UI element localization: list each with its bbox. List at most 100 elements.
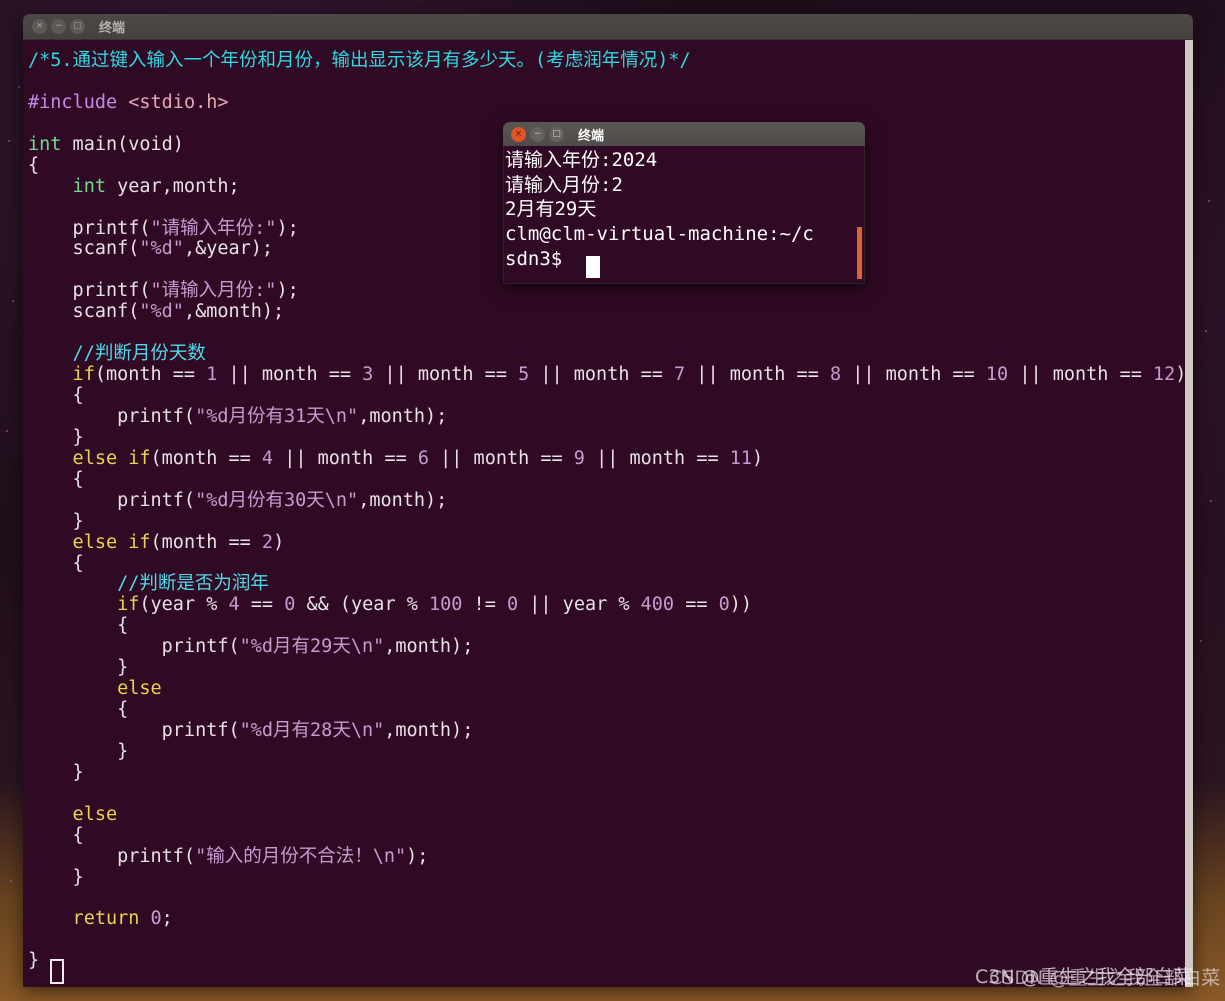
code-token: 3 <box>362 364 374 386</box>
code-token: return <box>28 908 140 930</box>
outer-window-title: 终端 <box>99 21 126 36</box>
code-token: "%d" <box>139 301 184 323</box>
wallpaper-star <box>1210 500 1212 502</box>
code-token: ,&year); <box>183 238 274 260</box>
code-token: { <box>28 824 84 846</box>
code-token: scanf( <box>28 238 140 260</box>
close-icon[interactable]: × <box>511 126 526 142</box>
code-token: printf( <box>28 636 240 658</box>
code-token: 10 <box>985 364 1009 386</box>
code-token: == <box>674 594 719 616</box>
inner-titlebar[interactable]: × − □ 终端 <box>503 122 865 146</box>
code-token: 1 <box>206 364 218 386</box>
outer-terminal-window[interactable]: × − □ 终端 /*5.通过键入输入一个年份和月份，输出显示该月有多少天。(考… <box>23 14 1193 987</box>
code-line: printf("%d月份有31天\n",month); <box>28 406 1186 428</box>
code-token: else <box>28 678 162 700</box>
code-token: year,month; <box>105 175 240 197</box>
code-token: { <box>28 552 84 574</box>
code-token: "%d月有29天\n" <box>239 636 385 658</box>
code-line: { <box>28 824 1186 847</box>
code-token: //判断是否为润年 <box>28 573 269 595</box>
code-token: == <box>239 594 285 616</box>
terminal-line: 请输入月份:2 <box>505 173 623 196</box>
code-token: "请输入年份:" <box>150 217 277 239</box>
code-line: { <box>28 699 1186 721</box>
code-token: || month == <box>373 364 519 386</box>
inner-scrollbar[interactable] <box>857 227 862 279</box>
wallpaper-star <box>1200 640 1202 642</box>
code-token: } <box>28 510 84 532</box>
code-token: { <box>28 385 84 406</box>
minimize-icon[interactable]: − <box>51 19 66 34</box>
code-token: || month == <box>841 364 986 386</box>
inner-terminal-output-pane[interactable]: 请输入年份:2024 请输入月份:2 2月有29天 clm@clm-virtual-m… <box>503 146 865 284</box>
code-token: #include <box>28 91 129 113</box>
inner-terminal-window[interactable]: × − □ 终端 请输入年份:2024 请输入月份:2 2月有29天 clm@clm-… <box>503 122 865 284</box>
code-token: "请输入月份:" <box>150 280 277 302</box>
code-token: printf( <box>28 489 196 511</box>
code-line: return 0; <box>28 908 1186 930</box>
wallpaper-star <box>1208 200 1210 202</box>
code-token: ,month); <box>384 636 474 658</box>
wallpaper-star <box>8 140 10 142</box>
code-token: else if <box>28 447 151 469</box>
code-token: || month == <box>217 364 363 386</box>
code-line: printf("输入的月份不合法！\n"); <box>28 845 1186 868</box>
code-token: int <box>28 133 62 155</box>
code-line: { <box>28 552 1186 575</box>
terminal-cursor <box>586 256 600 278</box>
code-token: 0 <box>150 908 162 930</box>
inner-window-title: 终端 <box>578 128 605 144</box>
terminal-output: 请输入年份:2024 请输入月份:2 2月有29天 clm@clm-virtual-m… <box>505 148 814 272</box>
code-token: //判断月份天数 <box>28 343 206 365</box>
terminal-line: clm@clm-virtual-machine:~/c <box>505 223 814 246</box>
code-token: || month == <box>685 364 830 386</box>
code-token: 0 <box>718 594 730 616</box>
code-token: ); <box>276 280 299 302</box>
code-line: { <box>28 385 1186 407</box>
watermark-primary-text: CSDN @重生之我全部白菜 <box>989 967 1221 989</box>
code-token: || month == <box>584 447 730 469</box>
code-token: { <box>28 154 40 176</box>
maximize-icon[interactable]: □ <box>549 126 564 142</box>
code-token: != <box>462 594 507 616</box>
code-line: if(year % 4 == 0 && (year % 100 != 0 || … <box>28 594 1186 616</box>
code-token: )) <box>729 594 753 616</box>
code-line: } <box>28 741 1186 763</box>
code-token: ; <box>161 908 173 930</box>
outer-scrollbar[interactable] <box>1185 40 1193 987</box>
wallpaper-star <box>6 430 8 432</box>
outer-titlebar[interactable]: × − □ 终端 <box>23 14 1193 40</box>
code-token: 12 <box>1152 364 1176 386</box>
close-icon[interactable]: × <box>32 19 47 34</box>
code-token: 400 <box>640 594 675 616</box>
minimize-icon[interactable]: − <box>530 126 545 142</box>
code-token: } <box>28 866 84 888</box>
maximize-icon[interactable]: □ <box>70 19 85 34</box>
code-token: } <box>28 657 129 679</box>
code-token: "输入的月份不合法！\n" <box>195 845 407 867</box>
code-token: "%d月份有30天\n" <box>195 489 359 511</box>
code-token: ,month); <box>358 489 448 511</box>
terminal-line: sdn3$ <box>505 247 574 270</box>
wallpaper-star <box>10 880 12 882</box>
code-token: printf( <box>28 217 151 239</box>
code-token: /*5.通过键入输入一个年份和月份，输出显示该月有多少天。(考虑润年情况)*/ <box>28 50 691 71</box>
code-line: } <box>28 866 1186 889</box>
code-token: main(void) <box>61 133 184 155</box>
code-token: { <box>28 615 129 637</box>
code-line: scanf("%d",&month); <box>28 301 1186 323</box>
terminal-line: 2月有29天 <box>505 198 597 221</box>
code-token: scanf( <box>28 301 140 323</box>
code-line: else <box>28 804 1186 826</box>
code-line: //判断月份天数 <box>28 343 1186 365</box>
terminal-line: 请输入年份:2024 <box>505 149 658 171</box>
code-token: <stdio.h> <box>128 91 229 113</box>
vim-editor-pane[interactable]: /*5.通过键入输入一个年份和月份，输出显示该月有多少天。(考虑润年情况)*/ … <box>23 40 1193 987</box>
code-line: } <box>28 657 1186 679</box>
code-token: 7 <box>674 364 686 386</box>
code-token: } <box>28 761 84 783</box>
